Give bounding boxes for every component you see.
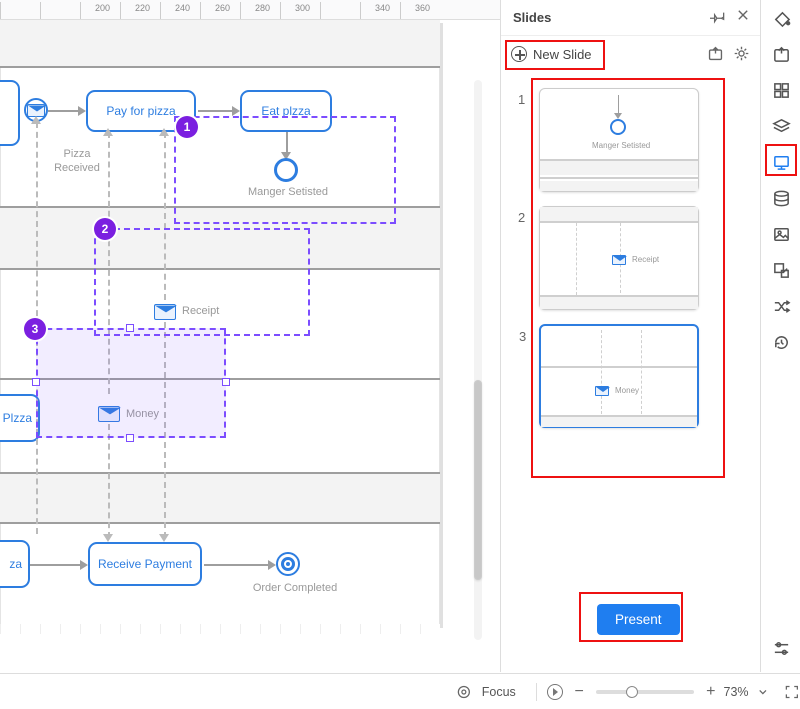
arrowhead-icon [31, 116, 41, 124]
slide-badge: 3 [24, 318, 46, 340]
panel-header: Slides [501, 0, 760, 36]
settings-sliders-icon[interactable] [761, 630, 800, 666]
event-label: Order Completed [240, 582, 350, 596]
new-slide-button[interactable]: New Slide [511, 46, 592, 62]
task-label: za [9, 557, 22, 571]
task-label: Pay for pizza [106, 104, 175, 118]
resize-handle[interactable] [32, 378, 40, 386]
slides-panel: Slides New Slide [500, 0, 760, 672]
shuffle-icon[interactable] [761, 288, 800, 324]
task-label: Receive Payment [98, 557, 192, 571]
flow-arrow [204, 564, 270, 566]
arrowhead-icon [78, 106, 86, 116]
flow-arrow [198, 110, 234, 112]
slide-number: 1 [518, 92, 525, 107]
slide-thumbnail-selected[interactable]: 3 Money [539, 324, 699, 428]
export-panel-icon[interactable] [761, 36, 800, 72]
arrowhead-icon [103, 128, 113, 136]
resize-handle[interactable] [126, 324, 134, 332]
export-icon[interactable] [707, 45, 724, 67]
gear-icon[interactable] [733, 45, 750, 67]
task-truncated[interactable]: za [0, 540, 30, 588]
slides-icon[interactable] [761, 144, 800, 180]
history-icon[interactable] [761, 324, 800, 360]
pin-icon[interactable] [710, 8, 726, 27]
arrowhead-icon [80, 560, 88, 570]
task-truncated[interactable] [0, 80, 20, 146]
diagram-canvas[interactable]: 200 220 240 260 280 300 340 360 [0, 0, 500, 672]
canvas-grid [0, 624, 440, 634]
zoom-out-button[interactable]: − [575, 683, 584, 701]
end-event-terminate[interactable] [276, 552, 300, 576]
slide-badge: 2 [94, 218, 116, 240]
slide-thumbnail[interactable]: 2 Receipt [539, 206, 699, 310]
slide-badge: 1 [176, 116, 198, 138]
plus-icon [511, 46, 527, 62]
slide-region-1[interactable] [174, 116, 396, 224]
play-icon[interactable] [547, 684, 563, 700]
extend-icon[interactable] [761, 252, 800, 288]
new-slide-label: New Slide [533, 47, 592, 62]
status-bar: Focus − + 73% [0, 673, 800, 709]
grid-icon[interactable] [761, 72, 800, 108]
resize-handle[interactable] [222, 378, 230, 386]
zoom-slider[interactable] [596, 690, 694, 694]
present-button[interactable]: Present [597, 604, 680, 635]
task-label: Plzza [3, 411, 32, 425]
arrowhead-icon [232, 106, 240, 116]
message-flow [108, 424, 110, 538]
zoom-slider-knob[interactable] [626, 686, 638, 698]
arrowhead-icon [159, 128, 169, 136]
task-pizza-truncated[interactable]: Plzza [0, 394, 40, 442]
arrowhead-icon [159, 534, 169, 542]
scrollbar-thumb[interactable] [474, 380, 482, 580]
lane-shade [0, 20, 440, 68]
slide-thumbnails: 1 Manger Setisted 2 Receipt [539, 88, 733, 442]
lane-separator [0, 522, 440, 524]
zoom-value: 73% [724, 685, 749, 699]
slide-region-3-selected[interactable] [36, 328, 226, 438]
panel-title: Slides [513, 10, 551, 25]
slide-number: 2 [518, 210, 525, 225]
image-icon[interactable] [761, 216, 800, 252]
paint-bucket-icon[interactable] [761, 0, 800, 36]
resize-handle[interactable] [126, 434, 134, 442]
canvas-scrollbar[interactable] [474, 80, 482, 640]
lane-separator [0, 472, 440, 474]
layers-icon[interactable] [761, 108, 800, 144]
panel-toolbar: New Slide [501, 36, 760, 72]
lane-shade [0, 474, 440, 524]
slide-number: 3 [519, 329, 526, 344]
task-receive-payment[interactable]: Receive Payment [88, 542, 202, 586]
arrowhead-icon [268, 560, 276, 570]
zoom-in-button[interactable]: + [706, 683, 715, 701]
slide-region-2[interactable] [94, 228, 310, 336]
database-icon[interactable] [761, 180, 800, 216]
flow-arrow [30, 564, 82, 566]
flow-label: Pizza Received [42, 148, 112, 176]
slide-thumbnail[interactable]: 1 Manger Setisted [539, 88, 699, 192]
target-icon[interactable] [456, 684, 472, 700]
status-mode: Focus [482, 685, 516, 699]
lane-separator [0, 66, 440, 68]
right-tool-rail [760, 0, 800, 672]
horizontal-ruler: 200 220 240 260 280 300 340 360 [0, 0, 500, 20]
fullscreen-icon[interactable] [784, 684, 800, 700]
arrowhead-icon [103, 534, 113, 542]
flow-arrow [48, 110, 80, 112]
chevron-down-icon[interactable] [755, 684, 771, 700]
close-icon[interactable] [736, 8, 750, 25]
